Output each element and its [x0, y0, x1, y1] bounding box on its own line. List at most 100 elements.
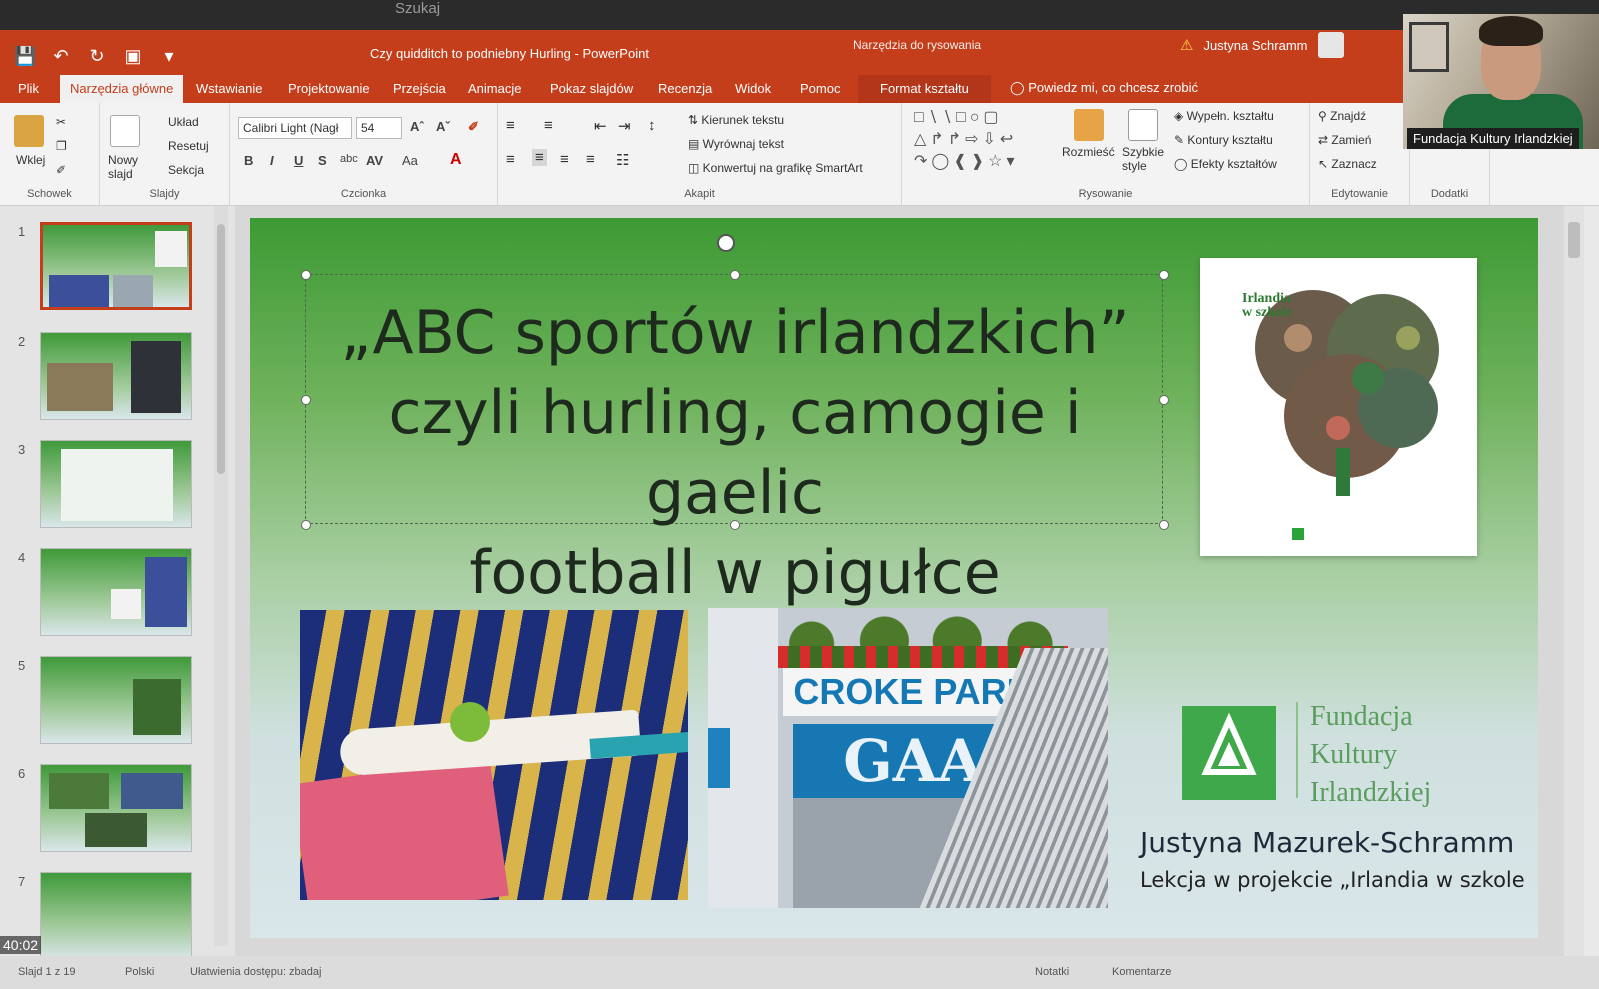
new-slide-button[interactable]: Nowy slajd	[108, 153, 148, 181]
slide-thumbnail-2[interactable]	[40, 332, 192, 420]
paste-button[interactable]: Wklej	[16, 153, 45, 167]
line-spacing-icon[interactable]: ↕	[648, 117, 656, 134]
columns-icon[interactable]: ☷	[616, 151, 629, 169]
resize-handle[interactable]	[301, 270, 311, 280]
tab-review[interactable]: Recenzja	[658, 81, 712, 96]
align-left-icon[interactable]: ≡	[506, 151, 515, 168]
char-spacing-button[interactable]: AV	[366, 153, 383, 168]
thumb-number: 1	[18, 224, 26, 239]
align-text-button[interactable]: ▤ Wyrównaj tekst	[688, 137, 784, 151]
resize-handle[interactable]	[1159, 270, 1169, 280]
tab-transitions[interactable]: Przejścia	[393, 81, 446, 96]
paste-icon[interactable]	[14, 115, 44, 147]
align-right-icon[interactable]: ≡	[560, 151, 569, 168]
justify-icon[interactable]: ≡	[586, 151, 595, 168]
taskbar-search[interactable]: Szukaj	[0, 0, 1599, 30]
underline-button[interactable]: U	[294, 153, 303, 168]
undo-icon[interactable]: ↶	[50, 46, 72, 67]
smartart-icon: ◫	[688, 161, 703, 175]
replace-button[interactable]: ⇄ Zamień	[1318, 133, 1371, 147]
thumbnail-scrollbar[interactable]	[214, 206, 228, 946]
text-direction-button[interactable]: ⇅ Kierunek tekstu	[688, 113, 784, 127]
tab-format-shape[interactable]: Format kształtu	[858, 75, 991, 103]
notes-button[interactable]: Notatki	[1035, 966, 1069, 978]
font-size-select[interactable]: 54	[356, 117, 402, 139]
tab-animations[interactable]: Animacje	[468, 81, 521, 96]
organization-name: Fundacja Kultury Irlandzkiej	[1310, 698, 1431, 812]
comments-button[interactable]: Komentarze	[1112, 966, 1171, 978]
save-icon[interactable]: 💾	[14, 46, 36, 67]
avatar[interactable]	[1317, 32, 1344, 58]
present-icon[interactable]: ▣	[122, 46, 144, 67]
group-drawing: □∖∖□○▢ △↱↱⇨⇩↩ ↷◯❰❱☆▾ Rozmieść Szybkie styl…	[902, 103, 1310, 206]
tab-view[interactable]: Widok	[735, 81, 771, 96]
resize-handle[interactable]	[301, 395, 311, 405]
shapes-gallery[interactable]: □∖∖□○▢ △↱↱⇨⇩↩ ↷◯❰❱☆▾	[914, 107, 1064, 173]
tab-slideshow[interactable]: Pokaz slajdów	[550, 81, 633, 96]
increase-indent-icon[interactable]: ⇥	[618, 117, 631, 135]
strikethrough-button[interactable]: abc	[340, 153, 358, 165]
shadow-button[interactable]: S	[318, 153, 327, 168]
font-family-select[interactable]: Calibri Light (Nagł	[238, 117, 352, 139]
accessibility-check[interactable]: Ułatwienia dostępu: zbadaj	[190, 966, 321, 978]
slide-thumbnails-pane: 1 2 3 4 5 6 7	[0, 206, 235, 960]
format-painter-icon[interactable]: ✐	[56, 163, 66, 177]
section-button[interactable]: Sekcja	[168, 163, 204, 177]
resize-handle[interactable]	[730, 270, 740, 280]
grow-font-icon[interactable]: Aˆ	[410, 119, 424, 134]
tab-insert[interactable]: Wstawianie	[196, 81, 262, 96]
cut-icon[interactable]: ✂	[56, 115, 66, 129]
font-color-button[interactable]: A	[450, 151, 462, 169]
title-placeholder[interactable]: „ABC sportów irlandzkich” czyli hurling,…	[301, 270, 1169, 608]
shrink-font-icon[interactable]: Aˇ	[436, 119, 450, 134]
scroll-thumb[interactable]	[1568, 222, 1580, 258]
numbering-icon[interactable]: ≡	[544, 117, 553, 134]
italic-button[interactable]: I	[270, 153, 274, 168]
thumb-stick	[111, 589, 141, 619]
rotate-handle-icon[interactable]	[717, 234, 735, 252]
slide-title[interactable]: „ABC sportów irlandzkich” czyli hurling,…	[306, 293, 1164, 613]
slide-thumbnail-5[interactable]	[40, 656, 192, 744]
smartart-button[interactable]: ◫ Konwertuj na grafikę SmartArt	[688, 161, 863, 175]
arrange-button[interactable]: Rozmieść	[1062, 145, 1115, 159]
clear-format-icon[interactable]: ✐	[468, 119, 479, 135]
find-button[interactable]: ⚲ Znajdź	[1318, 109, 1366, 123]
customize-qat-icon[interactable]: ▾	[158, 46, 180, 67]
quick-styles-button[interactable]: Szybkie style	[1122, 145, 1172, 173]
decrease-indent-icon[interactable]: ⇤	[594, 117, 607, 135]
user-area[interactable]: ⚠ Justyna Schramm	[1180, 32, 1344, 58]
arrange-icon[interactable]	[1074, 109, 1104, 141]
align-center-icon[interactable]: ≡	[532, 149, 547, 166]
resize-handle[interactable]	[730, 520, 740, 530]
resize-handle[interactable]	[1159, 395, 1169, 405]
tab-home[interactable]: Narzędzia główne	[60, 75, 184, 103]
slide-thumbnail-3[interactable]	[40, 440, 192, 528]
shape-outline-button[interactable]: ✎ Kontury kształtu	[1174, 133, 1273, 147]
tab-file[interactable]: Plik	[18, 81, 39, 96]
new-slide-icon[interactable]	[110, 115, 140, 147]
resize-handle[interactable]	[1159, 520, 1169, 530]
tell-me-search[interactable]: ◯ Powiedz mi, co chcesz zrobić	[1010, 80, 1198, 96]
reset-button[interactable]: Resetuj	[168, 139, 209, 153]
shape-effects-button[interactable]: ◯ Efekty kształtów	[1174, 157, 1277, 171]
slide-thumbnail-7[interactable]	[40, 872, 192, 960]
language[interactable]: Polski	[125, 966, 154, 978]
layout-button[interactable]: Układ	[168, 115, 199, 129]
tab-help[interactable]: Pomoc	[800, 81, 840, 96]
resize-handle[interactable]	[301, 520, 311, 530]
slide-thumbnail-4[interactable]	[40, 548, 192, 636]
slide-thumbnail-6[interactable]	[40, 764, 192, 852]
fki-logo-icon	[1182, 706, 1276, 800]
quick-styles-icon[interactable]	[1128, 109, 1158, 141]
redo-icon[interactable]: ↻	[86, 46, 108, 67]
change-case-button[interactable]: Aa	[402, 153, 418, 168]
bold-button[interactable]: B	[244, 153, 253, 168]
copy-icon[interactable]: ❐	[56, 139, 67, 153]
bullets-icon[interactable]: ≡	[506, 117, 515, 134]
tab-design[interactable]: Projektowanie	[288, 81, 370, 96]
scroll-thumb[interactable]	[217, 224, 225, 474]
shape-fill-button[interactable]: ◈ Wypełn. kształtu	[1174, 109, 1274, 123]
slide-thumbnail-1[interactable]	[40, 222, 192, 310]
select-button[interactable]: ↖ Zaznacz	[1318, 157, 1377, 171]
editor-scrollbar[interactable]	[1564, 206, 1584, 956]
